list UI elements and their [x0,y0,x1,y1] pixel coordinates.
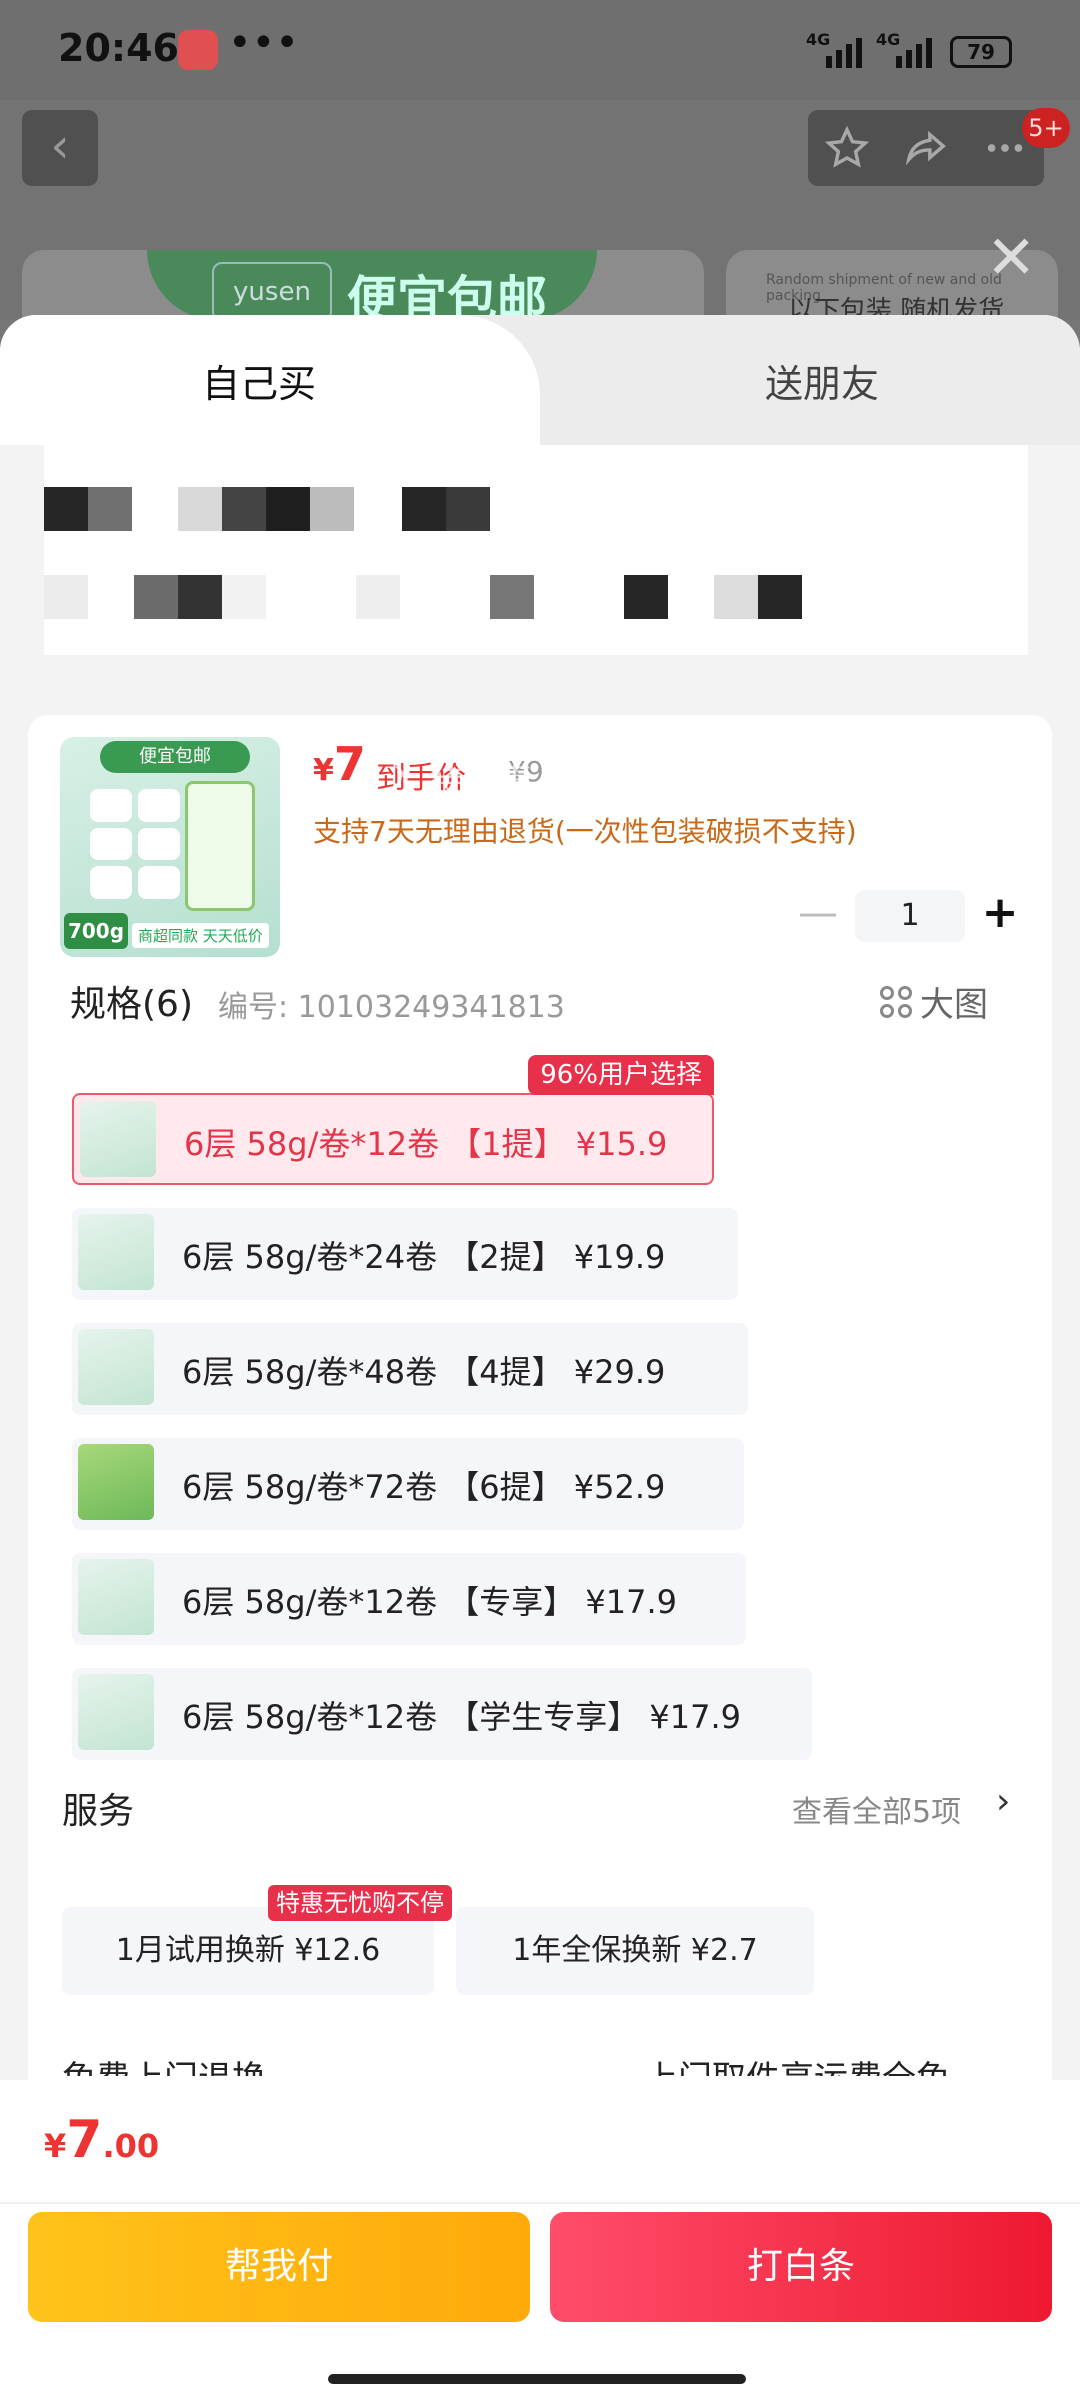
option-thumbnail [78,1214,154,1290]
app-notification-icon [178,30,218,70]
option-label: 6层 58g/卷*12卷 【学生专享】 ¥17.9 [182,1698,742,1736]
redacted-block [356,575,400,619]
total-decimal: .00 [102,2127,160,2165]
return-policy: 支持7天无理由退货(一次性包装破损不支持) [313,815,857,848]
promo-overlay-text: 入 待优惠 [385,762,532,802]
spec-option-6[interactable]: 6层 58g/卷*12卷 【学生专享】 ¥17.9 [72,1668,812,1760]
option-label: 6层 58g/卷*72卷 【6提】 ¥52.9 [182,1468,666,1506]
redacted-block [134,575,178,619]
big-image-button[interactable]: 大图 [880,977,988,1026]
divider [0,2202,1080,2204]
purchase-tabs: 自己买 送朋友 [0,315,1080,445]
chevron-right-icon[interactable]: › [996,1781,1010,1822]
final-price: ¥7 [313,737,366,791]
service-badge: 特惠无忧购不停 [268,1885,452,1921]
popular-badge: 96%用户选择 [528,1055,714,1095]
option-thumbnail [78,1329,154,1405]
total-currency: ¥ [44,2127,67,2165]
free-return-label: 免费上门退换 [62,2051,266,2076]
spec-code: 编号: 10103249341813 [218,990,565,1025]
redacted-block [88,487,132,531]
service-item-2[interactable]: 1年全保换新 ¥2.7 [456,1907,814,1995]
redacted-block [44,487,88,531]
signal-icon-1 [826,34,862,68]
option-thumbnail [78,1559,154,1635]
redacted-block [178,575,222,619]
bottom-bar: ¥7.00 帮我付 打白条 [0,2080,1080,2400]
status-time: 20:46 [58,26,179,70]
header-actions [808,110,1044,186]
option-thumbnail [78,1674,154,1750]
battery-icon: 79 [950,36,1012,68]
option-thumbnail [78,1444,154,1520]
quantity-plus-button[interactable]: + [980,889,1020,939]
product-rolls [90,789,180,899]
free-pickup-label: 上门取件享运费全免 [644,2051,950,2076]
status-more-icon: ••• [228,20,299,66]
spec-option-5[interactable]: 6层 58g/卷*12卷 【专享】 ¥17.9 [72,1553,746,1645]
product-image[interactable]: 便宜包邮 700g 商超同款 天天低价 [60,737,280,957]
redacted-block [266,487,310,531]
brand-logo: yusen [212,262,332,322]
message-count-badge: 5+ [1022,108,1070,148]
redacted-block [402,487,446,531]
option-thumbnail [80,1101,156,1177]
spec-option-1[interactable]: 6层 58g/卷*12卷 【1提】 ¥15.9 96%用户选择 [72,1055,714,1185]
pay-for-me-button[interactable]: 帮我付 [28,2212,530,2322]
image-tag: 商超同款 天天低价 [132,923,269,948]
total-price: ¥7.00 [44,2110,159,2170]
home-indicator[interactable] [328,2374,746,2384]
tab-friend[interactable]: 送朋友 [765,353,879,408]
option-label: 6层 58g/卷*24卷 【2提】 ¥19.9 [182,1238,666,1276]
more-icon[interactable] [982,125,1028,171]
image-weight: 700g [64,913,128,949]
redacted-block [714,575,758,619]
address-card[interactable] [44,445,1028,655]
price-value: 7 [333,737,366,791]
star-icon[interactable] [824,125,870,171]
redacted-block [446,487,490,531]
back-button[interactable]: ‹ [22,110,98,186]
redacted-block [44,575,88,619]
redacted-block [222,487,266,531]
iou-button[interactable]: 打白条 [550,2212,1052,2322]
option-label: 6层 58g/卷*12卷 【专享】 ¥17.9 [182,1583,678,1621]
product-package [185,781,255,911]
price-currency: ¥ [313,753,334,788]
quantity-input[interactable]: 1 [855,890,965,942]
redacted-block [310,487,354,531]
spec-title: 规格(6) [70,984,193,1025]
spec-option-2[interactable]: 6层 58g/卷*24卷 【2提】 ¥19.9 [72,1208,738,1300]
redacted-block [178,487,222,531]
quantity-minus-button[interactable]: — [798,893,838,935]
option-label: 6层 58g/卷*12卷 【1提】 ¥15.9 [184,1125,668,1163]
service-title: 服务 [62,1791,135,1832]
redacted-block [758,575,802,619]
status-bar: 20:46 ••• 4G 4G 79 [0,0,1080,100]
chevron-left-icon: ‹ [50,118,70,174]
image-badge: 便宜包邮 [100,741,250,773]
service-view-all[interactable]: 查看全部5项 [792,1787,961,1831]
spec-option-4[interactable]: 6层 58g/卷*72卷 【6提】 ¥52.9 [72,1438,744,1530]
close-icon[interactable]: ✕ [986,228,1036,288]
grid-icon [880,985,912,1018]
big-image-label: 大图 [920,985,988,1025]
redacted-block [222,575,266,619]
spec-option-3[interactable]: 6层 58g/卷*48卷 【4提】 ¥29.9 [72,1323,748,1415]
redacted-block [624,575,668,619]
total-integer: 7 [66,2110,103,2170]
tab-self[interactable]: 自己买 [202,353,316,408]
share-icon[interactable] [903,125,949,171]
option-label: 6层 58g/卷*48卷 【4提】 ¥29.9 [182,1353,666,1391]
signal-icon-2 [896,34,932,68]
redacted-block [490,575,534,619]
